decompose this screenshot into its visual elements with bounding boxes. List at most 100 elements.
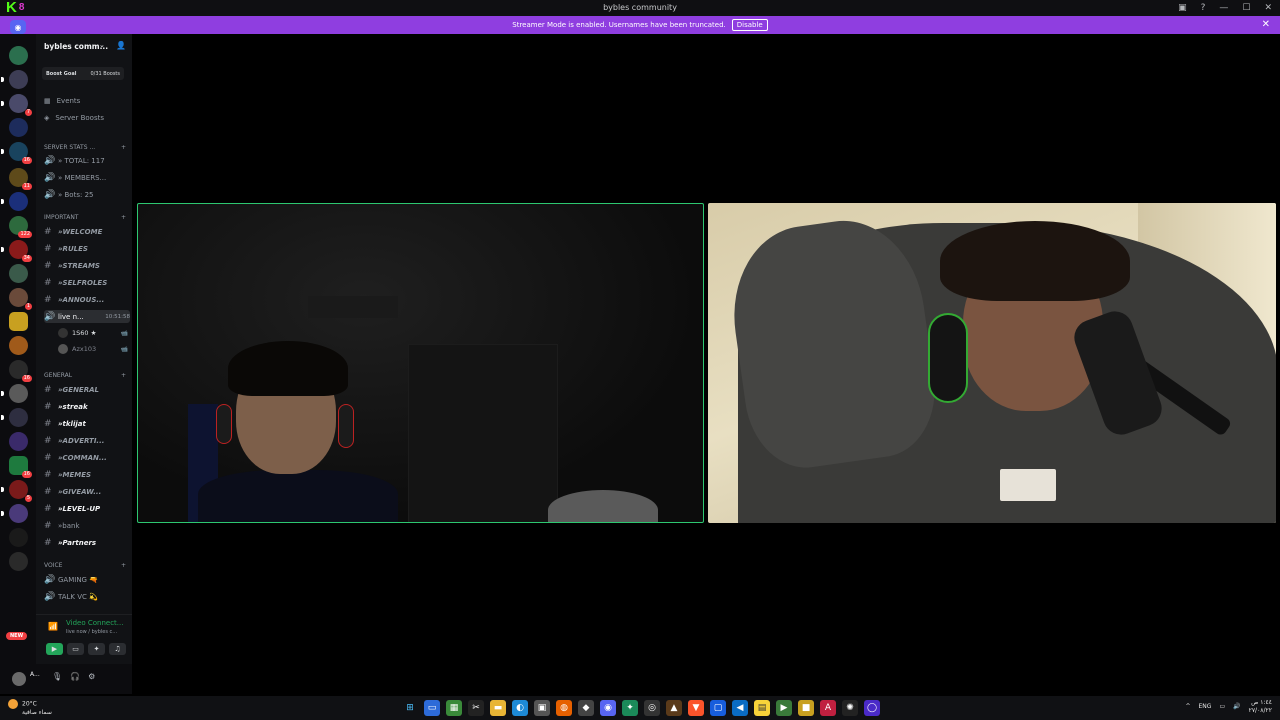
capcut-icon[interactable]: ✂ <box>468 700 484 716</box>
app-icon[interactable]: ■ <box>798 700 814 716</box>
signal-icon[interactable]: 📶 <box>48 622 58 631</box>
nav-events[interactable]: ▦ Events <box>44 95 80 107</box>
channel-general[interactable]: # »GENERAL <box>44 383 130 396</box>
server-icon[interactable]: 16 <box>9 360 32 382</box>
windows-start-icon[interactable]: ⊞ <box>402 700 418 716</box>
channel-advertise[interactable]: # »ADVERTI... <box>44 434 130 447</box>
server-icon[interactable]: 34 <box>1 240 32 262</box>
server-icon[interactable] <box>9 118 28 137</box>
voice-user[interactable]: Azx103 📹 <box>58 342 128 356</box>
stat-channel[interactable]: 🔊» Bots: 25 <box>44 188 130 201</box>
server-icon[interactable] <box>9 312 28 331</box>
channel-welcome[interactable]: # »WELCOME <box>44 225 130 238</box>
category-voice[interactable]: VOICE + <box>44 560 126 570</box>
firefox-icon[interactable]: ◍ <box>556 700 572 716</box>
voice-location[interactable]: live now / bybles c... <box>66 629 117 635</box>
stat-channel[interactable]: 🔊» TOTAL: 117 <box>44 154 130 167</box>
discord-home-icon[interactable]: ◉ <box>10 20 26 34</box>
camera-button[interactable]: ▶ <box>46 643 63 655</box>
category-general[interactable]: GENERAL + <box>44 370 126 380</box>
video-tile-speaking[interactable] <box>137 203 704 523</box>
server-icon[interactable] <box>9 336 28 355</box>
channel-streak[interactable]: # »streak <box>44 400 130 413</box>
invite-user-icon[interactable]: 👤 <box>116 41 126 50</box>
server-icon[interactable] <box>1 70 28 89</box>
chevron-up-icon[interactable]: ^ <box>1185 703 1190 711</box>
server-icon[interactable] <box>1 408 28 427</box>
chrome-icon[interactable]: ◎ <box>644 700 660 716</box>
server-icon[interactable] <box>1 384 28 403</box>
channel-tklijat[interactable]: # »tklijat <box>44 417 130 430</box>
voice-status[interactable]: Video Connect... <box>66 619 123 627</box>
plus-icon[interactable]: + <box>121 562 126 569</box>
network-icon[interactable]: ▭ <box>1219 703 1225 711</box>
inbox-icon[interactable]: ▣ <box>1178 3 1187 13</box>
nav-server-boosts[interactable]: ◈ Server Boosts <box>44 112 104 124</box>
brave-icon[interactable]: ▼ <box>688 700 704 716</box>
plus-icon[interactable]: + <box>121 372 126 379</box>
task-view-icon[interactable]: ▭ <box>424 700 440 716</box>
server-icon[interactable] <box>1 192 28 211</box>
sticky-notes-icon[interactable]: ▤ <box>754 700 770 716</box>
weather-widget[interactable]: 20°C سماء صافية <box>8 699 52 717</box>
clock[interactable]: ١:٤٤ ص ٢٧/٠٨/٢٢ <box>1249 699 1272 715</box>
server-icon[interactable]: 11 <box>9 168 32 190</box>
file-explorer-icon[interactable]: ▬ <box>490 700 506 716</box>
server-icon[interactable] <box>9 46 28 65</box>
server-icon[interactable] <box>9 432 28 451</box>
close-banner-icon[interactable]: ✕ <box>1262 19 1270 30</box>
app-icon[interactable]: ▶ <box>776 700 792 716</box>
app-icon[interactable]: ▲ <box>666 700 682 716</box>
help-icon[interactable]: ? <box>1201 3 1206 13</box>
app-icon[interactable]: ◆ <box>578 700 594 716</box>
channel-announcements[interactable]: # »ANNOUS... <box>44 293 130 306</box>
close-window-icon[interactable]: ✕ <box>1264 3 1272 13</box>
username[interactable]: A... <box>30 671 40 678</box>
app-icon[interactable]: ◯ <box>864 700 880 716</box>
maximize-icon[interactable]: ☐ <box>1242 3 1250 13</box>
plus-icon[interactable]: + <box>121 144 126 151</box>
stat-channel[interactable]: 🔊» MEMBERS... <box>44 171 130 184</box>
edge-icon[interactable]: ◐ <box>512 700 528 716</box>
server-icon[interactable]: 1 <box>9 288 32 310</box>
category-server-stats[interactable]: SERVER STATS ... + <box>44 142 126 152</box>
store-icon[interactable]: ▣ <box>534 700 550 716</box>
channel-selfroles[interactable]: # »SELFROLES <box>44 276 130 289</box>
channel-rules[interactable]: # »RULES <box>44 242 130 255</box>
vscode-icon[interactable]: ◀ <box>732 700 748 716</box>
channel-level-up[interactable]: # »LEVEL-UP <box>44 502 130 515</box>
volume-icon[interactable]: 🔊 <box>1233 703 1240 711</box>
soundboard-button[interactable]: ♫ <box>109 643 126 655</box>
voice-channel-live[interactable]: 🔊 live n... 10:51:58 <box>44 310 130 323</box>
discord-icon[interactable]: ◉ <box>600 700 616 716</box>
minimize-icon[interactable]: — <box>1219 3 1228 13</box>
server-icon[interactable] <box>1 504 28 523</box>
channel-memes[interactable]: # »MEMES <box>44 468 130 481</box>
steelseries-icon[interactable]: ✺ <box>842 700 858 716</box>
server-icon[interactable]: 16 <box>1 142 32 164</box>
video-tile[interactable] <box>708 203 1276 523</box>
server-icon[interactable]: 5 <box>1 480 32 502</box>
screen-share-button[interactable]: ▭ <box>67 643 84 655</box>
server-icon[interactable]: 16 <box>9 456 32 478</box>
app-icon[interactable]: A <box>820 700 836 716</box>
disable-streamer-button[interactable]: Disable <box>731 19 768 31</box>
chevron-down-icon[interactable]: ⌄ <box>99 41 105 49</box>
voice-user[interactable]: 1S60 ★ 📹 <box>58 326 128 340</box>
bitwarden-icon[interactable]: ▢ <box>710 700 726 716</box>
language-indicator[interactable]: ENG <box>1199 703 1212 711</box>
activities-button[interactable]: ✦ <box>88 643 105 655</box>
microphone-icon[interactable]: 🎙 <box>52 672 62 681</box>
channel-giveaway[interactable]: # »GIVEAW... <box>44 485 130 498</box>
butterfly-app-icon[interactable]: ✦ <box>622 700 638 716</box>
server-icon[interactable]: 7 <box>1 94 32 116</box>
headphones-icon[interactable]: 🎧 <box>70 672 80 681</box>
voice-channel-talk[interactable]: 🔊 TALK VC 💫 <box>44 590 130 603</box>
server-icon[interactable] <box>9 552 28 571</box>
server-icon[interactable] <box>9 528 28 547</box>
server-icon[interactable] <box>9 264 28 283</box>
voice-channel-gaming[interactable]: 🔊 GAMING 🔫 <box>44 573 130 586</box>
channel-streams[interactable]: # »STREAMS <box>44 259 130 272</box>
channel-commands[interactable]: # »COMMAN... <box>44 451 130 464</box>
category-important[interactable]: IMPORTANT + <box>44 212 126 222</box>
